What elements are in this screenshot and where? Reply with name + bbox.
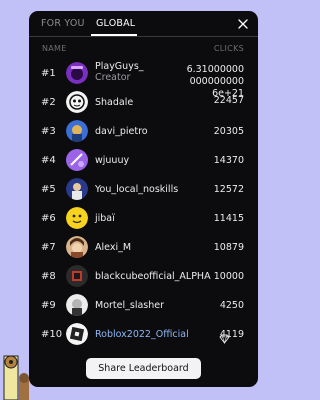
leaderboard-row[interactable]: #3 davi_pietro 20305 bbox=[29, 118, 258, 146]
tab-for-you[interactable]: FOR YOU bbox=[41, 18, 85, 29]
active-tab-indicator bbox=[91, 34, 137, 36]
username: davi_pietro bbox=[95, 126, 148, 137]
rank-label: #6 bbox=[41, 213, 56, 224]
click-count: 11415 bbox=[213, 213, 244, 224]
close-icon[interactable] bbox=[237, 18, 249, 30]
leaderboard-row[interactable]: #7 Alexi_M 10879 bbox=[29, 234, 258, 262]
share-leaderboard-button[interactable]: Share Leaderboard bbox=[86, 358, 201, 379]
leaderboard-row[interactable]: #2 Shadale bbox=[29, 89, 258, 117]
leaderboard-panel: FOR YOU GLOBAL NAME CLICKS #1 PlayGuys_ … bbox=[29, 11, 258, 387]
rank-label: #5 bbox=[41, 184, 56, 195]
click-count: 14370 bbox=[213, 155, 244, 166]
avatar bbox=[66, 294, 88, 316]
username: Mortel_slasher bbox=[95, 300, 165, 311]
click-count: 20305 bbox=[213, 126, 244, 137]
leaderboard-row[interactable]: #9 Mortel_slasher 4250 bbox=[29, 292, 258, 320]
leaderboard-row[interactable]: #6 jibaï 11415 bbox=[29, 205, 258, 233]
avatar bbox=[66, 62, 88, 84]
rank-label: #3 bbox=[41, 126, 56, 137]
username: wjuuuy bbox=[95, 155, 130, 166]
avatar bbox=[66, 178, 88, 200]
click-count: 12572 bbox=[213, 184, 244, 195]
click-count: 4250 bbox=[219, 300, 244, 311]
rank-label: #8 bbox=[41, 271, 56, 282]
avatar bbox=[66, 207, 88, 229]
user-subtitle: Creator bbox=[95, 72, 131, 83]
click-count: 10000 bbox=[213, 271, 244, 282]
avatar bbox=[66, 149, 88, 171]
tab-global[interactable]: GLOBAL bbox=[96, 18, 135, 29]
rank-label: #4 bbox=[41, 155, 56, 166]
leaderboard-row[interactable]: #8 blackcubeofficial_ALPHA 10000 bbox=[29, 263, 258, 291]
username: jibaï bbox=[95, 213, 115, 224]
rank-label: #2 bbox=[41, 97, 56, 108]
column-header-name: NAME bbox=[42, 44, 67, 53]
username: Alexi_M bbox=[95, 242, 132, 253]
rank-label: #9 bbox=[41, 300, 56, 311]
username: Roblox2022_Official bbox=[95, 329, 189, 340]
rank-label: #7 bbox=[41, 242, 56, 253]
avatar bbox=[66, 91, 88, 113]
username: PlayGuys_ bbox=[95, 61, 144, 72]
column-header-clicks: CLICKS bbox=[213, 44, 244, 53]
username: Shadale bbox=[95, 97, 134, 108]
avatar bbox=[66, 265, 88, 287]
username: You_local_noskills bbox=[95, 184, 179, 195]
leaderboard-row[interactable]: #4 wjuuuy 14370 bbox=[29, 147, 258, 175]
avatar bbox=[66, 323, 88, 345]
click-count: 4119 bbox=[219, 329, 244, 340]
leaderboard-row[interactable]: #10 Roblox2022_Official 4119 bbox=[29, 321, 258, 349]
tab-bar: FOR YOU GLOBAL bbox=[29, 11, 258, 37]
rank-label: #1 bbox=[41, 68, 56, 79]
avatar bbox=[66, 236, 88, 258]
username: blackcubeofficial_ALPHA bbox=[95, 271, 211, 282]
rank-label: #10 bbox=[41, 329, 63, 340]
leaderboard-row[interactable]: #1 PlayGuys_ Creator 6.31000000000000000… bbox=[29, 60, 258, 99]
avatar bbox=[66, 120, 88, 142]
click-count: 10879 bbox=[213, 242, 244, 253]
leaderboard-row[interactable]: #5 You_local_noskills 12572 bbox=[29, 176, 258, 204]
